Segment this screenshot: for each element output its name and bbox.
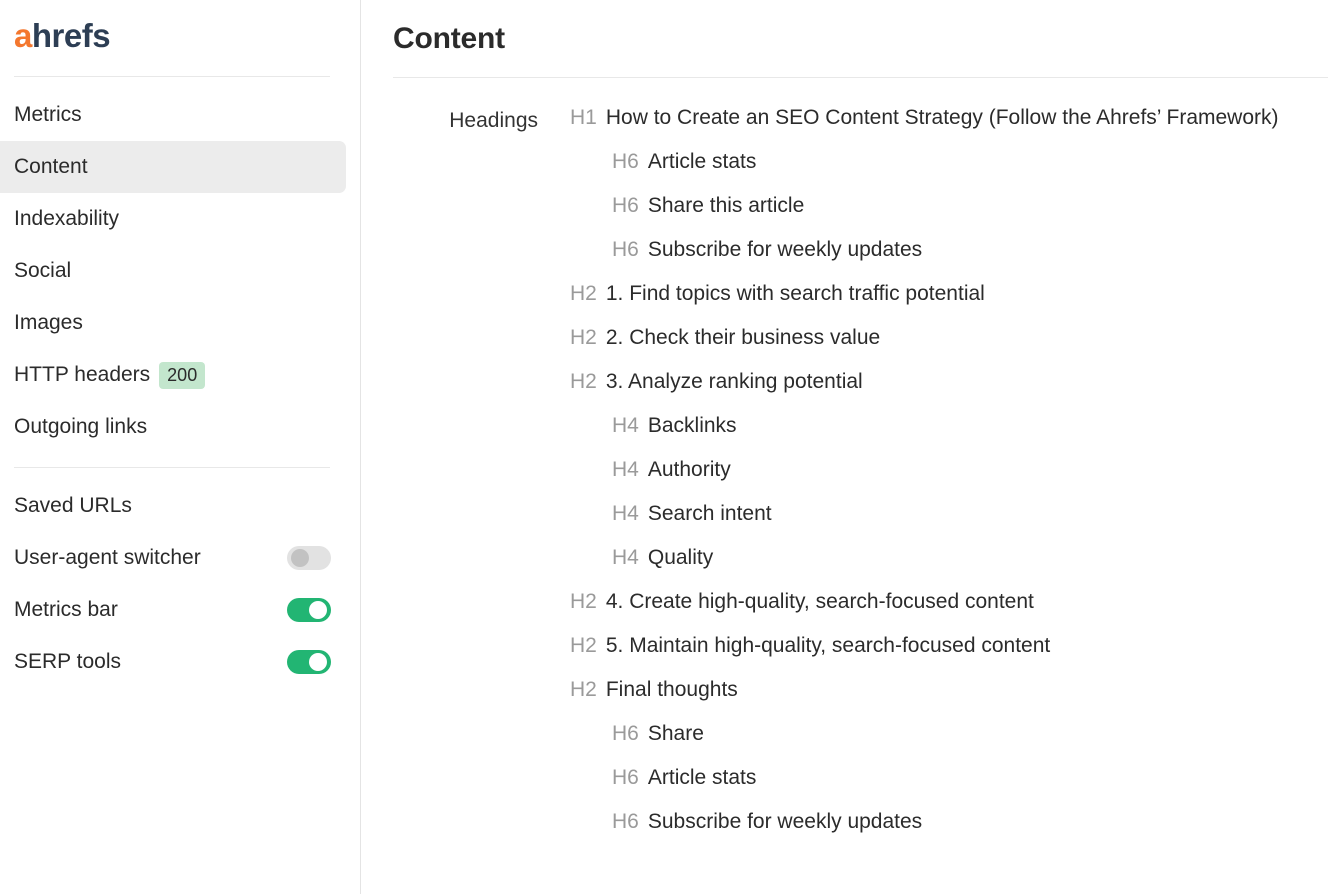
heading-text: Quality <box>647 546 714 569</box>
heading-text: 1. Find topics with search traffic poten… <box>605 282 985 305</box>
brand-logo-text: ahrefs <box>14 16 360 56</box>
sidebar-nav-settings: Saved URLs User-agent switcher Metrics bar… <box>0 468 360 688</box>
heading-text: Final thoughts <box>605 678 738 701</box>
heading-row: H2 Final thoughts <box>570 672 1282 716</box>
sidebar-item-serp-tools[interactable]: SERP tools <box>0 636 346 688</box>
heading-row: H2 2. Check their business value <box>570 320 1282 364</box>
sidebar-item-label: Metrics bar <box>14 598 118 621</box>
sidebar-item-label: Indexability <box>14 207 120 230</box>
headings-section: Headings H1 How to Create an SEO Content … <box>393 78 1328 848</box>
heading-level-tag: H6 <box>612 766 639 789</box>
heading-row: H2 5. Maintain high-quality, search-focus… <box>570 628 1282 672</box>
heading-row: H2 3. Analyze ranking potential <box>570 364 1282 408</box>
heading-text: How to Create an SEO Content Strategy (F… <box>605 106 1279 129</box>
sidebar-item-label: Metrics <box>14 103 82 126</box>
heading-level-tag: H2 <box>570 282 597 305</box>
heading-level-tag: H6 <box>612 722 639 745</box>
heading-level-tag: H6 <box>612 194 639 217</box>
heading-row: H4 Quality <box>570 540 1282 584</box>
sidebar-item-label: Saved URLs <box>14 494 132 517</box>
brand-logo-rest: hrefs <box>31 17 111 54</box>
section-label-headings: Headings <box>449 109 538 132</box>
heading-text: 4. Create high-quality, search-focused c… <box>605 590 1034 613</box>
sidebar-item-label: SERP tools <box>14 650 121 673</box>
heading-row: H4 Search intent <box>570 496 1282 540</box>
toggle-knob <box>291 549 309 567</box>
heading-level-tag: H6 <box>612 810 639 833</box>
sidebar-item-saved-urls[interactable]: Saved URLs <box>0 480 346 532</box>
heading-level-tag: H2 <box>570 370 597 393</box>
status-badge: 200 <box>159 361 206 389</box>
heading-level-tag: H6 <box>612 150 639 173</box>
app-root: ahrefs Metrics Content Indexability Social I… <box>0 0 1328 894</box>
heading-row: H6 Article stats <box>570 760 1282 804</box>
sidebar-item-metrics[interactable]: Metrics <box>0 89 346 141</box>
heading-row: H6 Share <box>570 716 1282 760</box>
sidebar-item-label: Outgoing links <box>14 415 148 438</box>
sidebar-item-label: Images <box>14 311 83 334</box>
heading-level-tag: H2 <box>570 326 597 349</box>
heading-text: Authority <box>647 458 731 481</box>
headings-list: H1 How to Create an SEO Content Strategy … <box>570 100 1282 848</box>
heading-level-tag: H4 <box>612 546 639 569</box>
heading-row: H6 Subscribe for weekly updates <box>570 232 1282 276</box>
heading-level-tag: H4 <box>612 502 639 525</box>
heading-text: Backlinks <box>647 414 737 437</box>
heading-row: H6 Share this article <box>570 188 1282 232</box>
sidebar-item-indexability[interactable]: Indexability <box>0 193 346 245</box>
heading-text: Article stats <box>647 766 757 789</box>
heading-row: H6 Subscribe for weekly updates <box>570 804 1282 848</box>
heading-row: H2 1. Find topics with search traffic pot… <box>570 276 1282 320</box>
sidebar-item-social[interactable]: Social <box>0 245 346 297</box>
sidebar-item-metrics-bar[interactable]: Metrics bar <box>0 584 346 636</box>
heading-text: 2. Check their business value <box>605 326 881 349</box>
heading-level-tag: H4 <box>612 458 639 481</box>
heading-text: Search intent <box>647 502 772 525</box>
heading-level-tag: H6 <box>612 238 639 261</box>
sidebar-item-content[interactable]: Content <box>0 141 346 193</box>
toggle-switch[interactable] <box>287 598 331 622</box>
sidebar-item-label: HTTP headers <box>14 363 151 386</box>
sidebar-item-http-headers[interactable]: HTTP headers 200 <box>0 349 346 401</box>
sidebar-item-images[interactable]: Images <box>0 297 346 349</box>
main-content: Content Headings H1 How to Create an SEO … <box>361 0 1328 894</box>
heading-row: H1 How to Create an SEO Content Strategy … <box>570 100 1282 144</box>
sidebar-item-user-agent-switcher[interactable]: User-agent switcher <box>0 532 346 584</box>
heading-text: 5. Maintain high-quality, search-focused… <box>605 634 1051 657</box>
page-title: Content <box>393 22 505 55</box>
heading-text: Article stats <box>647 150 757 173</box>
toggle-switch[interactable] <box>287 546 331 570</box>
sidebar-item-label: Social <box>14 259 72 282</box>
sidebar-item-outgoing-links[interactable]: Outgoing links <box>0 401 346 453</box>
heading-text: Share this article <box>647 194 805 217</box>
brand-accent-letter: a <box>14 17 32 54</box>
brand-logo[interactable]: ahrefs <box>0 0 360 62</box>
heading-level-tag: H2 <box>570 590 597 613</box>
sidebar-item-label: Content <box>14 155 88 178</box>
sidebar-item-label: User-agent switcher <box>14 546 201 569</box>
heading-level-tag: H1 <box>570 106 597 129</box>
heading-level-tag: H2 <box>570 678 597 701</box>
heading-text: Subscribe for weekly updates <box>647 238 923 261</box>
heading-text: 3. Analyze ranking potential <box>605 370 863 393</box>
heading-level-tag: H2 <box>570 634 597 657</box>
toggle-knob <box>309 601 327 619</box>
heading-level-tag: H4 <box>612 414 639 437</box>
heading-row: H6 Article stats <box>570 144 1282 188</box>
heading-text: Share <box>647 722 704 745</box>
heading-row: H4 Backlinks <box>570 408 1282 452</box>
toggle-switch[interactable] <box>287 650 331 674</box>
sidebar-nav-main: Metrics Content Indexability Social Images HT… <box>0 77 360 453</box>
sidebar: ahrefs Metrics Content Indexability Social I… <box>0 0 361 894</box>
heading-row: H2 4. Create high-quality, search-focused… <box>570 584 1282 628</box>
toggle-knob <box>309 653 327 671</box>
heading-row: H4 Authority <box>570 452 1282 496</box>
heading-text: Subscribe for weekly updates <box>647 810 923 833</box>
